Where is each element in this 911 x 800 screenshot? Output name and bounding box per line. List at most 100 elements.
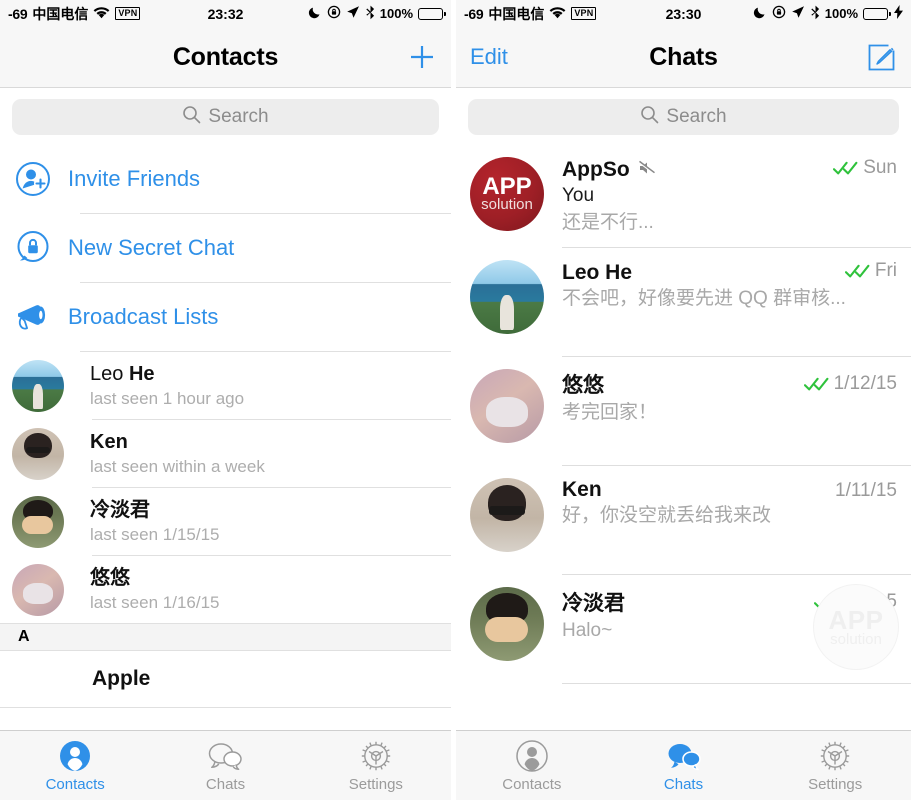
contact-info: 悠悠 last seen 1/16/15: [90, 565, 451, 615]
contacts-list: Invite Friends New Secret Chat Broadcast…: [0, 145, 451, 708]
tabbar-chats: Contacts Chats Settings: [456, 730, 911, 800]
status-bar-left-group: -69 中国电信 VPN: [464, 4, 597, 24]
contact-row-apple[interactable]: Apple: [0, 651, 451, 707]
signal-strength-text: -69: [8, 5, 28, 22]
contact-info: Ken last seen within a week: [90, 429, 451, 479]
chat-meta: 1/11/15: [835, 480, 897, 502]
chat-preview: Halo~: [562, 620, 613, 641]
chat-meta: Fri: [844, 260, 897, 282]
separator: [562, 683, 911, 684]
chat-content: Ken 1/11/15 好，你没空就丢给我来改: [562, 478, 911, 552]
chat-content: 冷淡君 1/9/15 Halo~: [562, 587, 911, 661]
chat-row[interactable]: 悠悠 1/12/15 考完回家！: [456, 357, 911, 443]
action-new-secret-chat[interactable]: New Secret Chat: [0, 214, 451, 282]
tab-label: Contacts: [45, 775, 105, 793]
page-title: Contacts: [172, 42, 279, 71]
chat-you-label: You: [562, 185, 595, 206]
avatar: [470, 369, 544, 443]
contact-info: Leo He last seen 1 hour ago: [90, 361, 451, 411]
contact-name: Leo He: [90, 362, 155, 385]
contact-status: last seen 1/16/15: [90, 592, 220, 612]
rotation-lock-icon: [772, 5, 786, 22]
edit-button[interactable]: Edit: [470, 44, 508, 70]
battery-percent-left: 100%: [379, 6, 413, 21]
chat-header: Leo He Fri: [562, 260, 897, 285]
add-person-icon: [14, 160, 68, 198]
avatar: [12, 359, 64, 412]
tab-settings[interactable]: Settings: [759, 739, 911, 793]
person-icon: [59, 739, 91, 773]
search-icon: [640, 105, 659, 129]
lightning-bolt-icon: [894, 5, 903, 22]
contact-row[interactable]: 冷淡君 last seen 1/15/15: [0, 488, 451, 555]
section-header-a: A: [0, 623, 451, 651]
avatar: [12, 563, 64, 616]
avatar: [12, 427, 64, 480]
chat-name: 悠悠: [562, 374, 604, 397]
action-broadcast-lists[interactable]: Broadcast Lists: [0, 283, 451, 351]
compose-icon[interactable]: [866, 42, 897, 73]
bluetooth-icon: [365, 5, 375, 23]
chat-content: AppSo Sun You 还是不行...: [562, 157, 911, 237]
tab-label: Chats: [663, 775, 704, 793]
contact-row[interactable]: Ken last seen within a week: [0, 420, 451, 487]
chat-row[interactable]: Leo He Fri 不会吧，好像要先进 QQ 群审核...: [456, 248, 911, 334]
avatar-text-primary: APP: [482, 173, 532, 200]
battery-icon-left: [418, 7, 446, 20]
tabbar-contacts: Contacts Chats Settings: [0, 730, 451, 800]
tab-contacts[interactable]: Contacts: [0, 739, 150, 793]
double-check-icon: [833, 160, 859, 176]
search-input[interactable]: Search: [12, 99, 439, 135]
chat-meta: 1/9/15: [814, 591, 897, 613]
chat-date: 1/11/15: [835, 480, 897, 501]
contact-name: Ken: [90, 430, 128, 453]
search-container-chats: Search: [456, 88, 911, 145]
battery-percent-right: 100%: [824, 6, 858, 21]
chats-list: APP solution AppSo Sun You 还是不行... Leo H…: [456, 145, 911, 684]
chat-date: Fri: [874, 260, 897, 281]
tab-chats[interactable]: Chats: [608, 739, 760, 793]
chat-header: AppSo Sun: [562, 157, 897, 182]
chat-row[interactable]: APP solution AppSo Sun You 还是不行...: [456, 145, 911, 237]
do-not-disturb-moon-icon: [308, 5, 322, 22]
contacts-screen: -69 中国电信 VPN 23:32 100% Contacts Search …: [0, 0, 451, 800]
double-check-icon: [844, 263, 871, 279]
avatar: [12, 495, 64, 548]
chat-name: Ken: [562, 478, 602, 501]
chat-date: 1/12/15: [833, 373, 897, 394]
tab-settings[interactable]: Settings: [301, 739, 451, 793]
dual-screenshot: -69 中国电信 VPN 23:32 100% Contacts Search …: [0, 0, 911, 800]
search-input[interactable]: Search: [468, 99, 899, 135]
wifi-icon: [549, 6, 566, 22]
chat-date: 1/9/15: [844, 591, 897, 612]
chat-content: 悠悠 1/12/15 考完回家！: [562, 369, 911, 443]
chat-bubbles-icon: [666, 739, 702, 773]
page-title: Chats: [649, 42, 718, 71]
tab-label: Settings: [348, 775, 403, 793]
chat-date: Sun: [863, 157, 897, 178]
contact-row[interactable]: 悠悠 last seen 1/16/15: [0, 556, 451, 623]
gear-icon: [819, 739, 851, 773]
avatar: [470, 478, 544, 552]
status-bar-left-group: -69 中国电信 VPN: [8, 4, 141, 24]
vpn-badge: VPN: [571, 7, 597, 20]
carrier-name: 中国电信: [488, 5, 545, 22]
tab-contacts[interactable]: Contacts: [456, 739, 608, 793]
contact-row[interactable]: Leo He last seen 1 hour ago: [0, 352, 451, 419]
avatar: [470, 260, 544, 334]
avatar-text-secondary: solution: [481, 196, 533, 213]
status-bar-right: -69 中国电信 VPN 23:30 100%: [456, 0, 911, 27]
action-invite-friends[interactable]: Invite Friends: [0, 145, 451, 213]
tab-chats[interactable]: Chats: [150, 739, 300, 793]
megaphone-icon: [14, 300, 68, 334]
chat-row[interactable]: Ken 1/11/15 好，你没空就丢给我来改: [456, 466, 911, 552]
contact-info: 冷淡君 last seen 1/15/15: [90, 497, 451, 547]
plus-icon[interactable]: [407, 42, 437, 72]
search-placeholder: Search: [666, 106, 727, 127]
do-not-disturb-moon-icon: [753, 5, 767, 22]
status-bar-right-group: 100%: [753, 5, 903, 23]
contact-name: Apple: [92, 667, 151, 690]
chat-meta: Sun: [833, 157, 897, 179]
chat-preview: 还是不行...: [562, 212, 654, 233]
chat-row[interactable]: 冷淡君 1/9/15 Halo~: [456, 575, 911, 661]
